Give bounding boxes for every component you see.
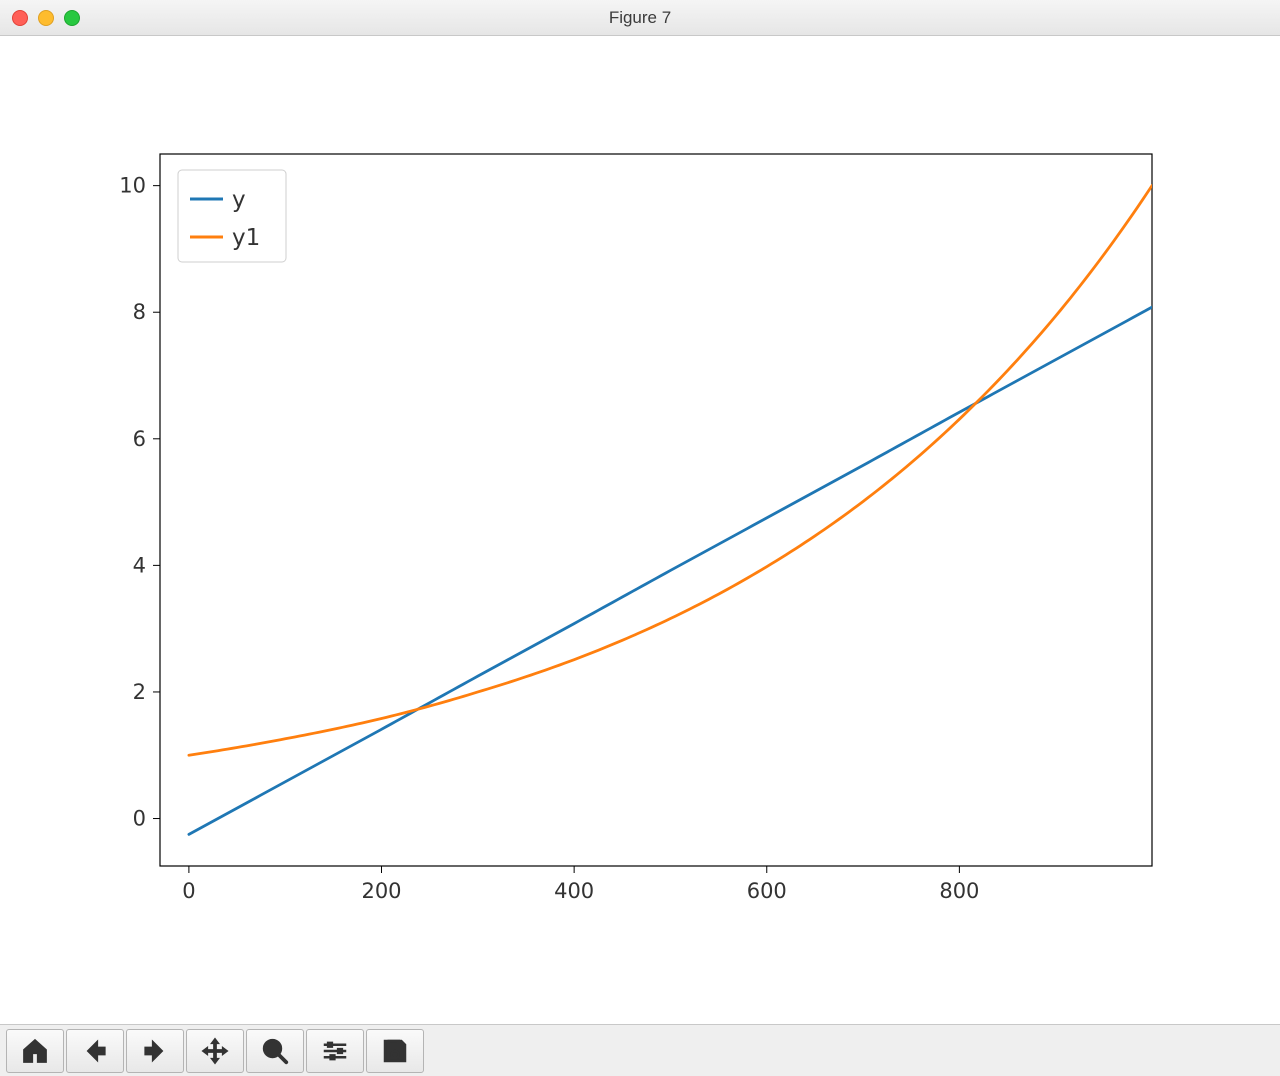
pan-button[interactable]	[186, 1029, 244, 1073]
arrow-left-icon	[80, 1036, 110, 1066]
zoom-button[interactable]	[246, 1029, 304, 1073]
y-tick-label: 0	[133, 807, 146, 831]
home-icon	[20, 1036, 50, 1066]
legend-label: y	[232, 187, 246, 213]
titlebar: Figure 7	[0, 0, 1280, 36]
y-tick-label: 6	[133, 427, 146, 451]
back-button[interactable]	[66, 1029, 124, 1073]
zoom-icon	[260, 1036, 290, 1066]
home-button[interactable]	[6, 1029, 64, 1073]
save-button[interactable]	[366, 1029, 424, 1073]
move-icon	[200, 1036, 230, 1066]
line-chart: 0 200 400 600 800 0 2 4 6 8 10 y y1	[0, 36, 1280, 1024]
sliders-icon	[320, 1036, 350, 1066]
x-tick-label: 200	[361, 879, 401, 903]
window-controls	[12, 10, 80, 26]
save-icon	[380, 1036, 410, 1066]
series-line-y1	[189, 186, 1152, 756]
y-tick-label: 2	[133, 680, 146, 704]
configure-button[interactable]	[306, 1029, 364, 1073]
series-line-y	[189, 307, 1152, 834]
y-tick-label: 8	[133, 300, 146, 324]
plot-area: 0 200 400 600 800 0 2 4 6 8 10 y y1	[0, 36, 1280, 1024]
forward-button[interactable]	[126, 1029, 184, 1073]
close-icon[interactable]	[12, 10, 28, 26]
x-tick-label: 800	[939, 879, 979, 903]
zoom-icon[interactable]	[64, 10, 80, 26]
legend-label: y1	[232, 225, 260, 251]
arrow-right-icon	[140, 1036, 170, 1066]
window-title: Figure 7	[0, 8, 1280, 28]
x-tick-label: 0	[182, 879, 195, 903]
nav-toolbar	[0, 1024, 1280, 1076]
x-tick-label: 400	[554, 879, 594, 903]
y-tick-label: 4	[133, 553, 146, 577]
minimize-icon[interactable]	[38, 10, 54, 26]
axes-frame	[160, 154, 1152, 866]
x-tick-label: 600	[747, 879, 787, 903]
y-tick-label: 10	[119, 174, 146, 198]
